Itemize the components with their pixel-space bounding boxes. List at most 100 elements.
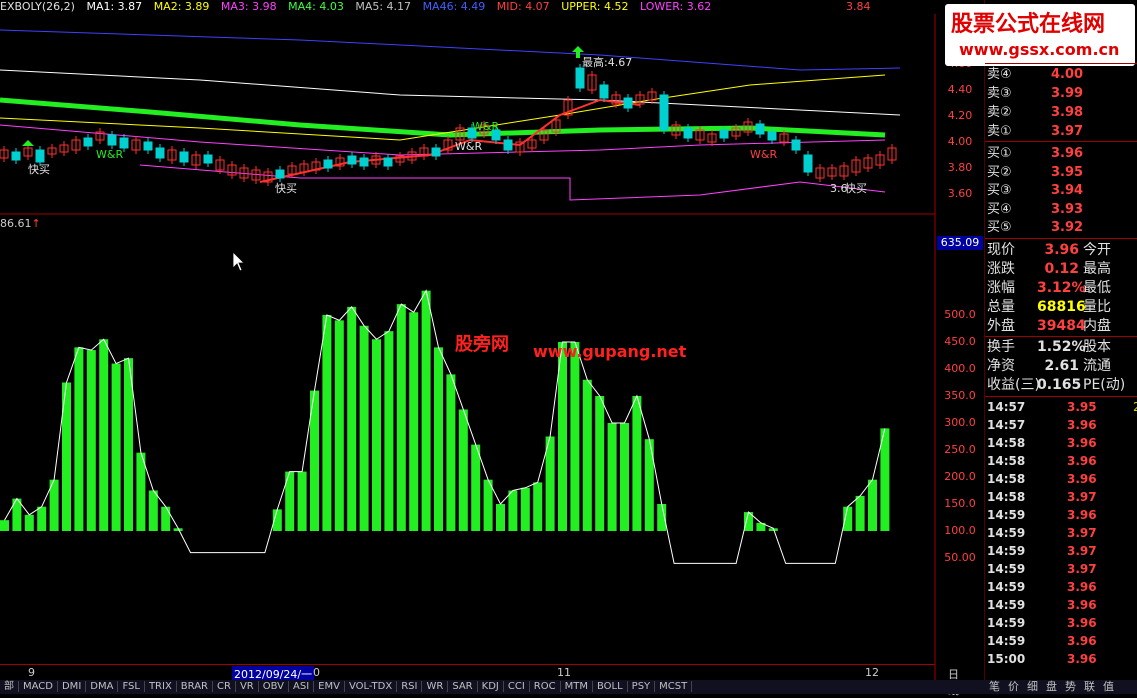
volume-bar xyxy=(396,304,406,531)
tick-time: 14:58 xyxy=(987,436,1026,450)
indicator-tab[interactable]: TRIX xyxy=(144,681,177,692)
tick-row: 14:57 3.96 xyxy=(987,416,1137,434)
quote-value: 3.96 xyxy=(1044,242,1079,258)
sell-level-price: 3.97 xyxy=(1051,124,1084,139)
tick-time: 14:59 xyxy=(987,508,1026,522)
indicator-tab[interactable]: 部 xyxy=(0,681,19,692)
buy-level-price: 3.95 xyxy=(1051,164,1084,180)
indicator-tab[interactable]: SAR xyxy=(448,681,478,692)
volume-bar xyxy=(446,374,456,531)
indicator-tab[interactable]: VOL-TDX xyxy=(344,681,398,692)
indicator-tab[interactable]: PSY xyxy=(627,681,656,692)
panel-tab[interactable]: 势 xyxy=(1061,680,1080,693)
buy-level-label: 买④ xyxy=(987,201,1012,217)
wr-label: W&R xyxy=(472,120,499,133)
ma5-line xyxy=(0,69,901,116)
indicator-tab[interactable]: DMI xyxy=(57,681,87,692)
tick-time: 14:59 xyxy=(987,544,1026,558)
candle-body xyxy=(275,169,285,179)
volume-bar xyxy=(421,290,431,531)
candle-body xyxy=(659,94,669,131)
quote-right-label: 量比 xyxy=(1083,299,1111,315)
indicator-tab[interactable]: MACD xyxy=(19,681,58,692)
quote-label: 现价 xyxy=(987,242,1015,258)
tick-time: 14:58 xyxy=(987,490,1026,504)
panel-divider xyxy=(985,336,1137,337)
panel-tab[interactable]: 价 xyxy=(1004,680,1023,693)
buy-level: 买① 3.96 xyxy=(987,145,1137,163)
tick-row: 14:58 3.96 xyxy=(987,470,1137,488)
indicator-tab[interactable]: WR xyxy=(422,681,449,692)
candle-body xyxy=(683,127,693,139)
tick-price: 3.96 xyxy=(1067,508,1097,522)
indicator-tabs: 部 MACD DMI DMA FSL TRIX BRAR CR VR OBV ASI EMV VOL-T… xyxy=(0,680,985,694)
indicator-tab[interactable]: DMA xyxy=(86,681,119,692)
panel-tab[interactable]: 笔 xyxy=(985,680,1004,693)
candle-body xyxy=(11,151,21,161)
volume-bar xyxy=(545,436,555,531)
volume-bar xyxy=(297,471,307,531)
sell-level-label: 卖② xyxy=(987,105,1012,120)
volume-axis-top: 635.09 xyxy=(937,236,983,250)
panel-tab[interactable]: 细 xyxy=(1023,680,1042,693)
right-panel-tabs: 笔价细盘势联值 xyxy=(985,680,1137,694)
indicator-tab[interactable]: FSL xyxy=(118,681,145,692)
quote-panel: 股票公式在线网 www.gssx.com.cn 卖④ 4.00 卖③ 3.99 卖② 3.… xyxy=(945,0,1137,680)
tick-row: 14:59 3.96 xyxy=(987,578,1137,596)
quote-right-label: 流通 xyxy=(1083,358,1111,374)
tick-row: 14:58 3.96 xyxy=(987,452,1137,470)
indicator-tab[interactable]: KDJ xyxy=(477,681,504,692)
quote-label: 外盘 xyxy=(987,318,1015,334)
volume-bar xyxy=(334,320,344,531)
tick-time: 14:59 xyxy=(987,580,1026,594)
panel-tab[interactable]: 联 xyxy=(1080,680,1099,693)
indicator-tab[interactable]: CCI xyxy=(503,681,530,692)
candle-body xyxy=(575,67,585,89)
panel-divider xyxy=(985,63,1137,64)
tick-row: 14:59 3.96 xyxy=(987,614,1137,632)
candle-body xyxy=(143,141,153,151)
tick-price: 3.97 xyxy=(1067,490,1097,504)
up-arrow-icon xyxy=(22,140,34,146)
tick-row: 14:58 3.97 xyxy=(987,488,1137,506)
panel-tab[interactable]: 盘 xyxy=(1042,680,1061,693)
volume-bar xyxy=(372,339,381,531)
tick-time: 14:59 xyxy=(987,634,1026,648)
volume-bar xyxy=(483,479,493,531)
indicator-tab[interactable]: MCST xyxy=(655,681,693,692)
buy-level-label: 买③ xyxy=(987,183,1012,198)
indicator-tab[interactable]: EMV xyxy=(314,681,345,692)
indicator-tab[interactable]: CR xyxy=(213,681,236,692)
tick-time: 14:59 xyxy=(987,598,1026,612)
volume-axis-tick: 150.0 xyxy=(944,496,976,510)
quote-value: 0.165 xyxy=(1037,377,1082,393)
wr-label: W&R xyxy=(96,148,123,161)
high-label: 最高:4.67 xyxy=(582,55,632,69)
indicator-tab[interactable]: OBV xyxy=(258,681,289,692)
indicator-tab[interactable]: VR xyxy=(235,681,259,692)
volume-bar xyxy=(74,347,84,531)
indicator-tab[interactable]: ROC xyxy=(529,681,561,692)
indicator-tab[interactable]: MTM xyxy=(560,681,593,692)
quote-row: 现价 3.96 今开 xyxy=(987,241,1137,260)
quote-label: 换手 xyxy=(987,339,1015,355)
volume-axis-tick: 400.0 xyxy=(944,361,976,375)
price-axis-tick: 3.60 xyxy=(947,187,973,200)
tick-row: 14:58 3.96 xyxy=(987,434,1137,452)
sell-level-price: 4.00 xyxy=(1051,67,1084,82)
quote-right-label: PE(动) xyxy=(1083,377,1126,393)
volume-bar xyxy=(570,341,580,531)
indicator-tab[interactable]: ASI xyxy=(289,681,315,692)
panel-tab[interactable]: 值 xyxy=(1099,680,1118,693)
indicator-tab[interactable]: RSI xyxy=(397,681,423,692)
indicator-tab[interactable]: BOLL xyxy=(592,681,628,692)
candle-body xyxy=(203,154,213,164)
indicator-tab[interactable]: BRAR xyxy=(176,681,213,692)
date-label: 0 xyxy=(313,666,320,679)
volume-axis-tick: 200.0 xyxy=(944,469,976,483)
volume-bar xyxy=(471,444,481,531)
buy-level-price: 3.92 xyxy=(1051,220,1084,235)
price-axis-tick: 4.20 xyxy=(947,109,973,122)
price-axis-tick: 4.00 xyxy=(947,135,973,148)
buy-level-label: 买① xyxy=(987,146,1012,161)
